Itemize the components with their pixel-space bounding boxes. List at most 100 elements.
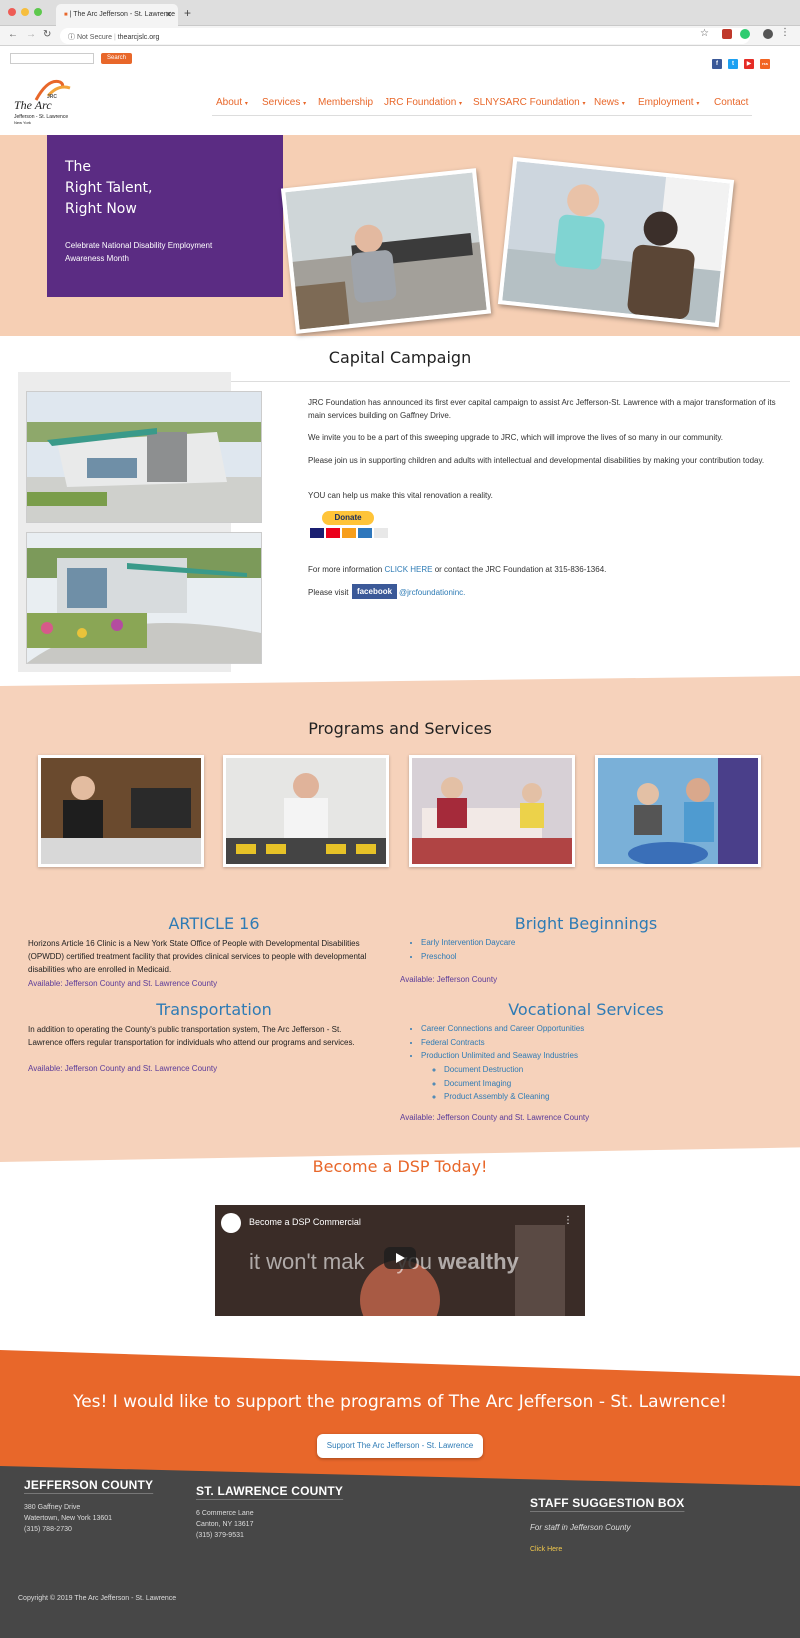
rss-icon[interactable]: rss bbox=[760, 59, 770, 69]
facebook-handle-link[interactable]: @jrcfoundationinc. bbox=[399, 586, 465, 599]
staff-suggestion-link[interactable]: Click Here bbox=[530, 1546, 562, 1553]
st-lawrence-phone: (315) 379-9531 bbox=[196, 1532, 244, 1539]
url-text: thearcjslc.org bbox=[117, 34, 160, 41]
nav-label: About bbox=[216, 97, 243, 108]
jefferson-phone: (315) 788-2730 bbox=[24, 1526, 72, 1533]
program-photo-vocational bbox=[223, 755, 389, 867]
info-suffix: or contact the JRC Foundation at 315-836… bbox=[432, 565, 607, 574]
jefferson-line2: Watertown, New York 13601 bbox=[24, 1515, 113, 1522]
grammarly-icon[interactable] bbox=[740, 29, 750, 39]
close-window-icon[interactable] bbox=[8, 8, 16, 16]
search-button[interactable]: Search bbox=[101, 53, 132, 64]
video-player[interactable]: Become a DSP Commercial ⋮ it won't mak yo… bbox=[215, 1205, 585, 1316]
extension-icon[interactable] bbox=[722, 29, 732, 39]
capital-paragraph-4: YOU can help us make this vital renovati… bbox=[308, 491, 493, 500]
bookmark-star-icon[interactable]: ☆ bbox=[700, 28, 709, 39]
nav-label: Membership bbox=[318, 97, 374, 108]
st-lawrence-line1: 6 Commerce Lane bbox=[196, 1510, 254, 1517]
nav-employment[interactable]: Employment ▾ bbox=[638, 97, 699, 108]
list-item[interactable]: Document Imaging bbox=[444, 1077, 549, 1091]
info-icon: ⓘ bbox=[68, 34, 75, 41]
jefferson-line1: 380 Gaffney Drive bbox=[24, 1504, 81, 1511]
hero-line2: Right Talent, bbox=[65, 180, 153, 196]
building-rendering-1 bbox=[26, 391, 262, 523]
bright-beginnings-list: Early Intervention Daycare Preschool bbox=[421, 936, 515, 963]
support-button[interactable]: Support The Arc Jefferson - St. Lawrence bbox=[317, 1434, 483, 1458]
play-icon[interactable] bbox=[384, 1247, 416, 1269]
nav-label: JRC Foundation bbox=[384, 97, 457, 108]
maximize-window-icon[interactable] bbox=[34, 8, 42, 16]
logo-sub2: New York bbox=[14, 120, 31, 125]
reload-icon[interactable]: ↻ bbox=[43, 29, 51, 40]
list-item[interactable]: Product Assembly & Cleaning bbox=[444, 1090, 549, 1104]
video-title: Become a DSP Commercial bbox=[249, 1217, 361, 1227]
payment-cards-icon bbox=[310, 528, 388, 540]
staff-suggestion-title: STAFF SUGGESTION BOX bbox=[530, 1496, 685, 1510]
url-field[interactable]: ⓘ Not Secure | thearcjslc.org bbox=[60, 28, 750, 44]
program-photo-clinic bbox=[38, 755, 204, 867]
donate-button[interactable]: Donate bbox=[322, 511, 374, 525]
nav-news[interactable]: News ▾ bbox=[594, 97, 625, 108]
nav-label: News bbox=[594, 97, 620, 108]
video-caption-a: it won't mak bbox=[249, 1249, 365, 1274]
chevron-down-icon: ▾ bbox=[696, 101, 700, 107]
nav-jrc-foundation[interactable]: JRC Foundation ▾ bbox=[384, 97, 462, 108]
copyright: Copyright © 2019 The Arc Jefferson - St.… bbox=[18, 1595, 177, 1602]
hero-line3: Right Now bbox=[65, 201, 137, 217]
hero-line1: The bbox=[65, 159, 92, 175]
nav-label: Employment bbox=[638, 97, 694, 108]
nav-about[interactable]: About ▾ bbox=[216, 97, 248, 108]
capital-paragraph-1: JRC Foundation has announced its first e… bbox=[308, 398, 776, 420]
program-photo-preschool bbox=[409, 755, 575, 867]
youtube-icon[interactable]: ▶ bbox=[744, 59, 754, 69]
hero-photo-kitchen bbox=[497, 156, 735, 328]
click-here-link[interactable]: CLICK HERE bbox=[384, 565, 432, 574]
jefferson-county-title: JEFFERSON COUNTY bbox=[24, 1478, 154, 1492]
hero-subtitle: Celebrate National Disability Employment… bbox=[65, 241, 213, 263]
search-input[interactable] bbox=[10, 53, 94, 64]
new-tab-icon[interactable]: + bbox=[184, 6, 191, 20]
chevron-down-icon: ▾ bbox=[303, 101, 307, 107]
nav-divider bbox=[212, 115, 752, 116]
info-prefix: For more information bbox=[308, 565, 385, 574]
program-photo-therapy bbox=[595, 755, 761, 867]
nav-services[interactable]: Services ▾ bbox=[262, 97, 306, 108]
profile-icon[interactable] bbox=[763, 29, 773, 39]
transportation-text: In addition to operating the County's pu… bbox=[28, 1025, 355, 1047]
list-item[interactable]: Production Unlimited and Seaway Industri… bbox=[421, 1049, 584, 1063]
list-item[interactable]: Federal Contracts bbox=[421, 1036, 584, 1050]
article16-availability: Available: Jefferson County and St. Lawr… bbox=[28, 979, 218, 988]
bright-beginnings-title: Bright Beginnings bbox=[514, 914, 658, 933]
list-item[interactable]: Early Intervention Daycare bbox=[421, 936, 515, 950]
nav-label: Services bbox=[262, 97, 301, 108]
nav-slnysarc-foundation[interactable]: SLNYSARC Foundation ▾ bbox=[473, 97, 586, 108]
list-item[interactable]: Career Connections and Career Opportunit… bbox=[421, 1022, 584, 1036]
article16-text: Horizons Article 16 Clinic is a New York… bbox=[28, 939, 367, 974]
st-lawrence-address: 6 Commerce Lane Canton, NY 13617 (315) 3… bbox=[196, 1508, 254, 1541]
please-visit-label: Please visit bbox=[308, 588, 349, 597]
st-lawrence-county-title: ST. LAWRENCE COUNTY bbox=[196, 1484, 344, 1498]
vocational-sublist: Document Destruction Document Imaging Pr… bbox=[444, 1063, 549, 1104]
vocational-availability: Available: Jefferson County and St. Lawr… bbox=[400, 1113, 590, 1122]
support-text: Yes! I would like to support the program… bbox=[73, 1392, 727, 1412]
building-rendering-2 bbox=[26, 532, 262, 664]
forward-icon[interactable]: → bbox=[26, 29, 36, 40]
chevron-down-icon: ▾ bbox=[582, 101, 586, 107]
list-item[interactable]: Preschool bbox=[421, 950, 515, 964]
nav-membership[interactable]: Membership bbox=[318, 97, 373, 108]
back-icon[interactable]: ← bbox=[8, 29, 18, 40]
browser-tab[interactable]: ■ | The Arc Jefferson - St. Lawrence ✕ bbox=[56, 4, 178, 26]
facebook-badge[interactable]: facebook bbox=[352, 584, 397, 599]
minimize-window-icon[interactable] bbox=[21, 8, 29, 16]
list-item[interactable]: Document Destruction bbox=[444, 1063, 549, 1077]
chevron-down-icon: ▾ bbox=[244, 101, 248, 107]
menu-icon[interactable]: ⋮ bbox=[780, 27, 790, 38]
video-menu-icon[interactable]: ⋮ bbox=[563, 1215, 573, 1226]
hero-text-box[interactable]: The Right Talent, Right Now Celebrate Na… bbox=[47, 135, 283, 297]
facebook-icon[interactable]: f bbox=[712, 59, 722, 69]
close-tab-icon[interactable]: ✕ bbox=[165, 10, 172, 19]
nav-contact[interactable]: Contact bbox=[714, 97, 748, 108]
programs-title: Programs and Services bbox=[308, 719, 492, 738]
logo-subtitle: Jefferson - St. Lawrence New York bbox=[14, 114, 68, 126]
twitter-icon[interactable]: t bbox=[728, 59, 738, 69]
